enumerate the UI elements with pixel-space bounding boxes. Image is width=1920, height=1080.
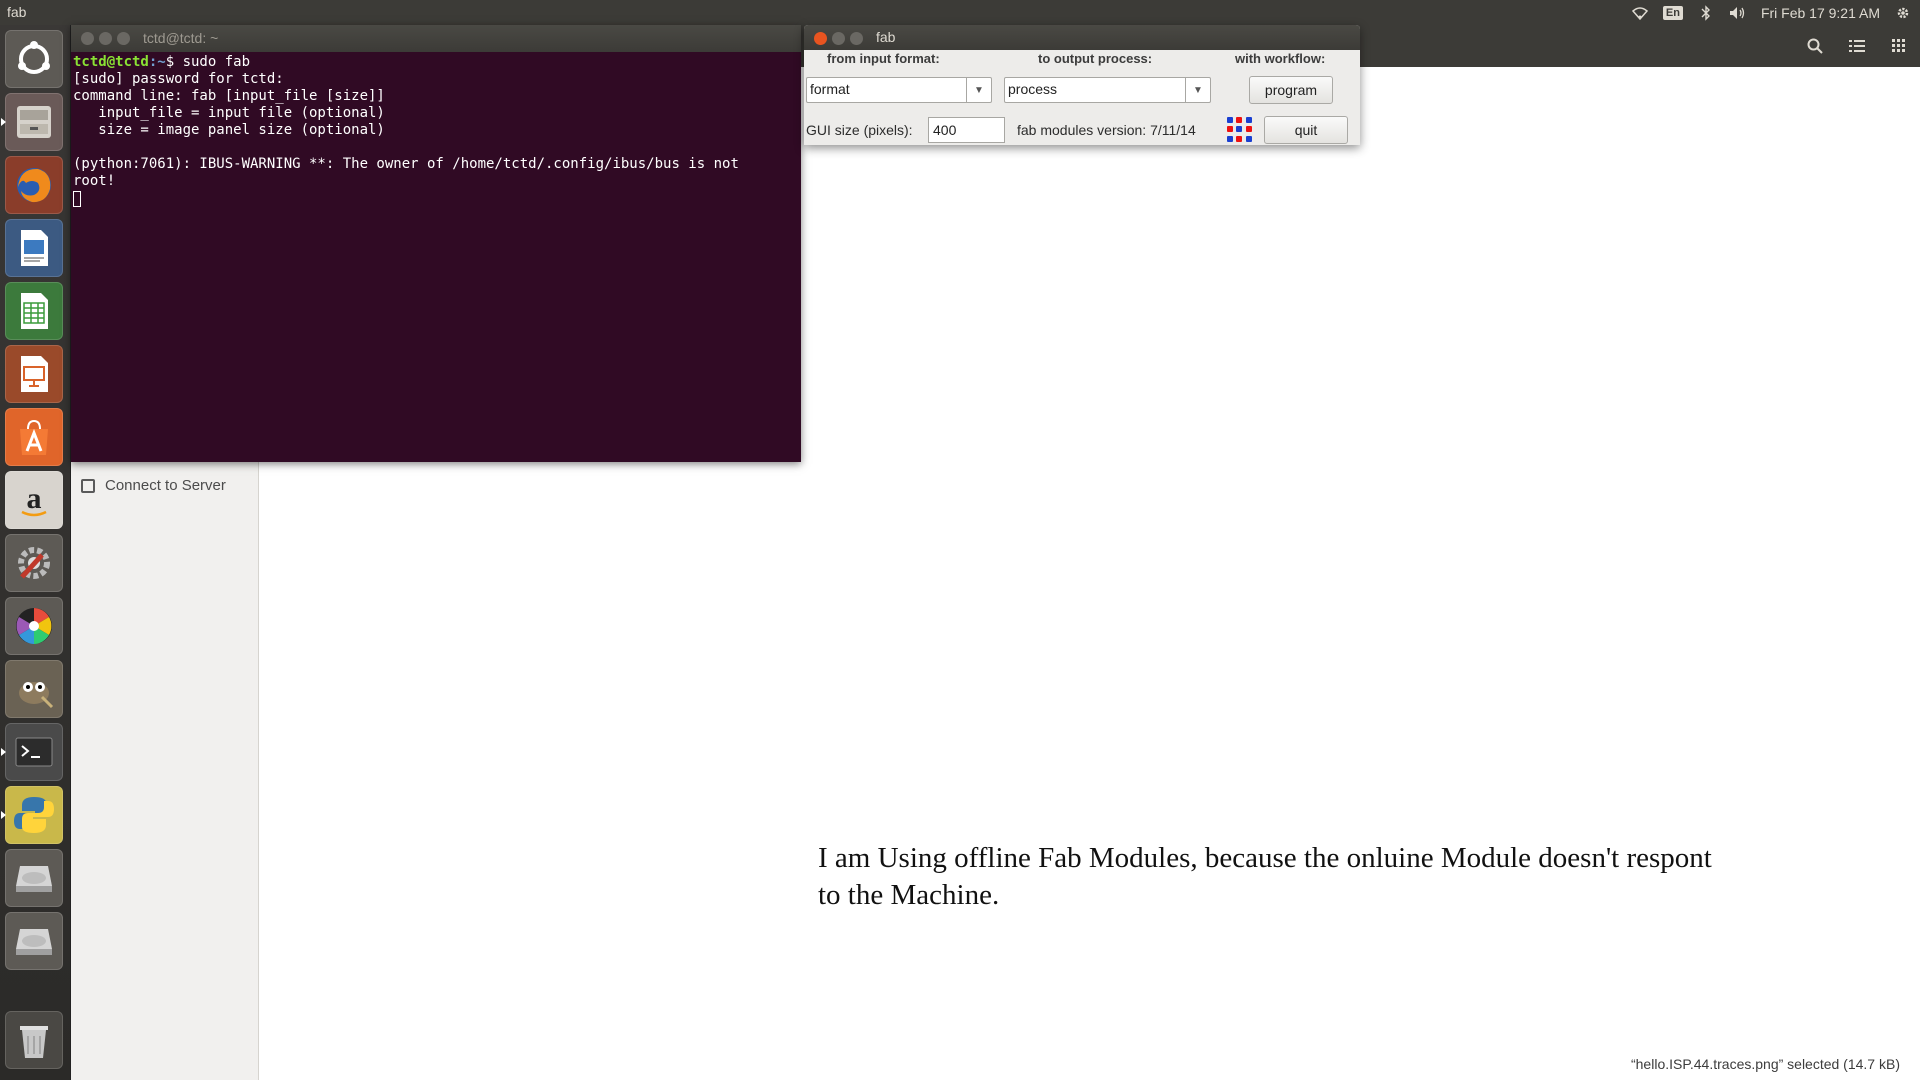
launcher-calc[interactable]: [5, 282, 63, 340]
fab-logo-icon: [1227, 117, 1253, 143]
prompt-path: :~: [148, 54, 166, 70]
input-format-select[interactable]: format ▼: [806, 77, 992, 103]
from-input-format-label: from input format:: [827, 51, 940, 66]
bluetooth-icon[interactable]: [1697, 4, 1715, 22]
launcher: a: [0, 25, 71, 1080]
launcher-trash[interactable]: [5, 1011, 63, 1069]
spreadsheet-icon: [21, 293, 48, 329]
launcher-disk-2[interactable]: [5, 912, 63, 970]
chevron-down-icon[interactable]: ▼: [966, 78, 991, 102]
fab-title: fab: [876, 29, 896, 45]
keyboard-language-indicator[interactable]: En: [1662, 5, 1683, 20]
amazon-icon: a: [21, 482, 47, 517]
fab-dialog[interactable]: fab from input format: to output process…: [804, 25, 1360, 145]
volume-icon[interactable]: [1729, 4, 1747, 22]
chevron-down-icon[interactable]: ▼: [1185, 78, 1210, 102]
launcher-impress[interactable]: [5, 345, 63, 403]
close-icon[interactable]: [81, 32, 94, 45]
fab-titlebar[interactable]: fab: [804, 25, 1360, 50]
svg-text:a: a: [27, 482, 42, 515]
wifi-icon[interactable]: [1631, 4, 1649, 22]
launcher-software-center[interactable]: [5, 408, 63, 466]
output-process-select[interactable]: process ▼: [1004, 77, 1211, 103]
gear-icon[interactable]: [1894, 4, 1912, 22]
terminal-cursor: [73, 191, 81, 207]
launcher-system-settings[interactable]: [5, 534, 63, 592]
python-icon: [14, 797, 54, 833]
sidebar-item-connect-to-server[interactable]: Connect to Server: [81, 477, 226, 494]
prompt-user: tctd@tctd: [73, 54, 149, 70]
to-output-process-label: to output process:: [1038, 51, 1153, 66]
terminal-window[interactable]: tctd@tctd: ~ tctd@tctd:~$ sudo fab [sudo…: [71, 25, 801, 462]
terminal-output[interactable]: tctd@tctd:~$ sudo fab [sudo] password fo…: [71, 52, 801, 207]
color-wheel-icon: [16, 608, 52, 644]
terminal-line: root!: [73, 173, 116, 189]
terminal-titlebar[interactable]: tctd@tctd: ~: [71, 25, 801, 52]
terminal-title: tctd@tctd: ~: [143, 30, 219, 46]
presentation-icon: [21, 356, 48, 392]
maximize-icon[interactable]: [850, 32, 863, 45]
clock[interactable]: Fri Feb 17 9:21 AM: [1761, 5, 1880, 21]
shopping-bag-icon: [20, 419, 48, 455]
terminal-line: input_file = input file (optional): [73, 105, 385, 121]
indicator-area: En Fri Feb 17 9:21 AM: [1631, 0, 1920, 25]
search-icon[interactable]: [1804, 35, 1826, 57]
program-button[interactable]: program: [1249, 76, 1333, 104]
annotation-text: I am Using offline Fab Modules, because …: [818, 842, 1712, 911]
top-panel: fab En Fri Feb 17 9:21 AM: [0, 0, 1920, 25]
document-icon: [21, 230, 48, 266]
network-server-icon: [81, 478, 95, 493]
firefox-icon: [17, 168, 51, 203]
gimp-icon: [19, 682, 54, 709]
list-view-icon[interactable]: [1846, 35, 1868, 57]
terminal-line: (python:7061): IBUS-WARNING **: The owne…: [73, 156, 739, 172]
file-cabinet-icon: [17, 106, 51, 138]
gui-size-label: GUI size (pixels):: [806, 122, 913, 138]
trash-icon: [20, 1026, 48, 1058]
terminal-line: size = image panel size (optional): [73, 122, 385, 138]
prompt-command: $ sudo fab: [165, 54, 251, 70]
settings-wrench-icon: [18, 547, 50, 579]
launcher-color-app[interactable]: [5, 597, 63, 655]
sidebar-item-label: Connect to Server: [105, 477, 226, 494]
launcher-amazon[interactable]: a: [5, 471, 63, 529]
launcher-writer[interactable]: [5, 219, 63, 277]
version-text: fab modules version: 7/11/14: [1017, 122, 1196, 138]
ubuntu-logo-icon: [18, 41, 50, 74]
output-process-value: process: [1008, 81, 1058, 97]
quit-button[interactable]: quit: [1264, 116, 1348, 144]
launcher-terminal[interactable]: [1, 723, 63, 781]
launcher-disk-1[interactable]: [5, 849, 63, 907]
launcher-ubuntu-dash[interactable]: [5, 30, 63, 88]
terminal-line: [sudo] password for tctd:: [73, 71, 284, 87]
terminal-line: command line: fab [input_file [size]]: [73, 88, 385, 104]
minimize-icon[interactable]: [832, 32, 845, 45]
terminal-icon: [15, 737, 53, 767]
with-workflow-label: with workflow:: [1235, 51, 1326, 66]
gui-size-input[interactable]: [928, 117, 1005, 143]
hard-drive-icon: [16, 866, 52, 892]
launcher-gimp[interactable]: [5, 660, 63, 718]
launcher-files[interactable]: [1, 93, 63, 151]
minimize-icon[interactable]: [99, 32, 112, 45]
hard-drive-icon: [16, 929, 52, 955]
grid-view-icon[interactable]: [1888, 35, 1910, 57]
launcher-python[interactable]: [1, 786, 63, 844]
selection-status: “hello.ISP.44.traces.png” selected (14.7…: [1630, 1056, 1900, 1072]
active-app-title: fab: [7, 4, 27, 20]
close-icon[interactable]: [814, 32, 827, 45]
input-format-value: format: [810, 81, 850, 97]
maximize-icon[interactable]: [117, 32, 130, 45]
launcher-firefox[interactable]: [5, 156, 63, 214]
